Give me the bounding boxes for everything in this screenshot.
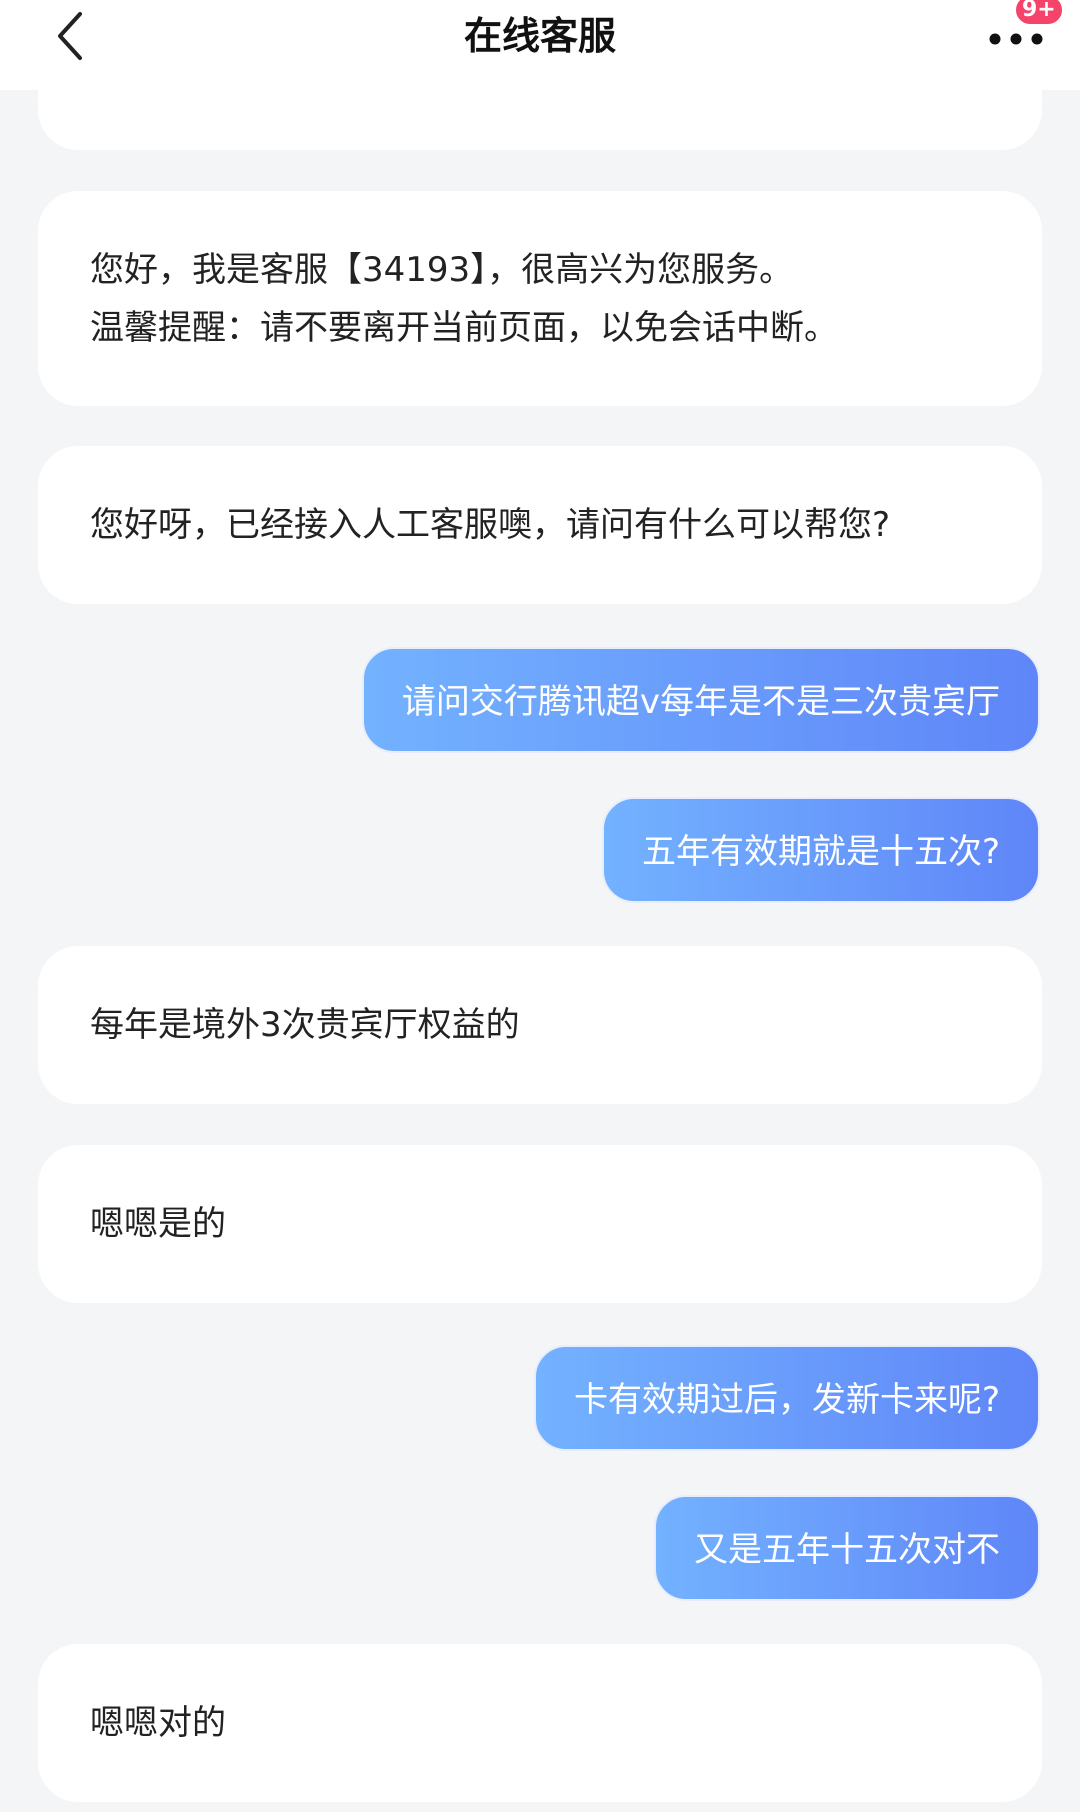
- page-title: 在线客服: [463, 14, 616, 58]
- user-message-bubble: 五年有效期就是十五次?: [601, 797, 1040, 903]
- user-message-bubble: 请问交行腾讯超v每年是不是三次贵宾厅: [361, 647, 1040, 753]
- chat-scroll-area[interactable]: 您好，我是客服【34193】，很高兴为您服务。 温馨提醒：请不要离开当前页面，以…: [0, 0, 1080, 1812]
- message-text: 嗯嗯对的: [90, 1703, 226, 1743]
- agent-message: 每年是境外3次贵宾厅权益的: [38, 946, 1042, 1104]
- message-text: 嗯嗯是的: [90, 1204, 226, 1244]
- user-message-bubble: 又是五年十五次对不: [654, 1495, 1040, 1601]
- message-text: 您好呀，已经接入人工客服噢，请问有什么可以帮您?: [90, 505, 891, 545]
- notification-badge: 9+: [1014, 0, 1064, 26]
- more-dots-icon: [989, 33, 1043, 45]
- message-text: 您好，我是客服【34193】，很高兴为您服务。: [90, 249, 794, 290]
- agent-message: 嗯嗯是的: [38, 1145, 1042, 1303]
- agent-message-welcome: 您好，我是客服【34193】，很高兴为您服务。 温馨提醒：请不要离开当前页面，以…: [38, 191, 1042, 406]
- agent-message: 嗯嗯对的: [38, 1644, 1042, 1802]
- agent-message: 您好呀，已经接入人工客服噢，请问有什么可以帮您?: [38, 446, 1042, 604]
- message-text: 每年是境外3次贵宾厅权益的: [90, 1005, 520, 1045]
- more-button[interactable]: 9+: [980, 0, 1064, 68]
- user-message-bubble: 卡有效期过后，发新卡来呢?: [533, 1345, 1040, 1451]
- message-text: 温馨提醒：请不要离开当前页面，以免会话中断。: [90, 307, 838, 348]
- top-bar: 在线客服 9+: [0, 0, 1080, 90]
